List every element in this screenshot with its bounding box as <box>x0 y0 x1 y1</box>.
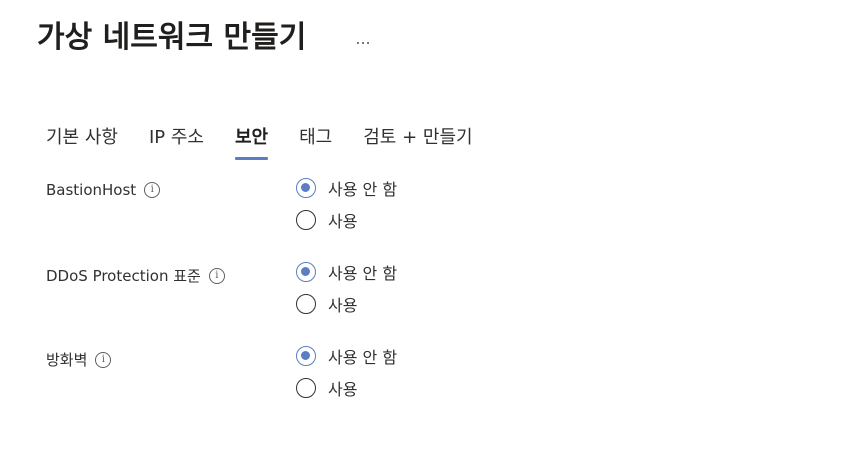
radio-group-firewall: 사용 안 함 사용 <box>296 340 397 404</box>
radio-ddos-protection-disable[interactable]: 사용 안 함 <box>296 256 397 288</box>
radio-bastion-host-disable[interactable]: 사용 안 함 <box>296 172 397 204</box>
setting-label-text: DDoS Protection 표준 <box>46 267 201 285</box>
setting-label-text: 방화벽 <box>46 351 88 369</box>
setting-label-text: BastionHost <box>46 181 137 199</box>
setting-firewall: 방화벽 i 사용 안 함 사용 <box>46 340 606 410</box>
radio-firewall-disable[interactable]: 사용 안 함 <box>296 340 397 372</box>
info-icon[interactable]: i <box>144 182 161 198</box>
radio-label: 사용 안 함 <box>328 348 398 367</box>
radio-circle[interactable] <box>296 210 316 230</box>
tab-tags[interactable]: 태그 <box>299 120 332 156</box>
setting-label-ddos-protection: DDoS Protection 표준 i <box>46 265 225 286</box>
tab-list: 기본 사항 IP 주소 보안 태그 검토 + 만들기 <box>46 120 504 162</box>
radio-ddos-protection-enable[interactable]: 사용 <box>296 288 397 320</box>
setting-bastion-host: BastionHost i 사용 안 함 사용 <box>46 172 606 242</box>
radio-label: 사용 <box>328 212 358 231</box>
info-icon[interactable]: i <box>208 267 225 284</box>
radio-group-ddos-protection: 사용 안 함 사용 <box>296 256 397 320</box>
radio-circle[interactable] <box>296 262 316 282</box>
setting-ddos-protection: DDoS Protection 표준 i 사용 안 함 사용 <box>46 256 606 326</box>
tab-security[interactable]: 보안 <box>234 120 269 160</box>
radio-group-bastion-host: 사용 안 함 사용 <box>296 172 397 236</box>
setting-label-firewall: 방화벽 i <box>46 349 112 370</box>
radio-circle[interactable] <box>296 378 316 398</box>
page-title: 가상 네트워크 만들기 <box>37 20 307 55</box>
tab-ip-addresses[interactable]: IP 주소 <box>149 120 204 156</box>
radio-label: 사용 <box>328 380 358 399</box>
setting-label-bastion-host: BastionHost i <box>46 181 161 199</box>
radio-bastion-host-enable[interactable]: 사용 <box>296 204 397 236</box>
info-icon[interactable]: i <box>95 351 112 368</box>
radio-circle[interactable] <box>296 294 316 314</box>
more-options-button[interactable]: ... <box>350 26 376 52</box>
radio-label: 사용 <box>328 296 358 315</box>
radio-circle[interactable] <box>296 178 316 198</box>
radio-circle[interactable] <box>296 346 316 366</box>
radio-label: 사용 안 함 <box>328 264 398 283</box>
radio-label: 사용 안 함 <box>328 180 398 199</box>
tab-review-create[interactable]: 검토 + 만들기 <box>363 120 472 156</box>
tab-basics[interactable]: 기본 사항 <box>46 120 118 156</box>
radio-firewall-enable[interactable]: 사용 <box>296 372 397 404</box>
